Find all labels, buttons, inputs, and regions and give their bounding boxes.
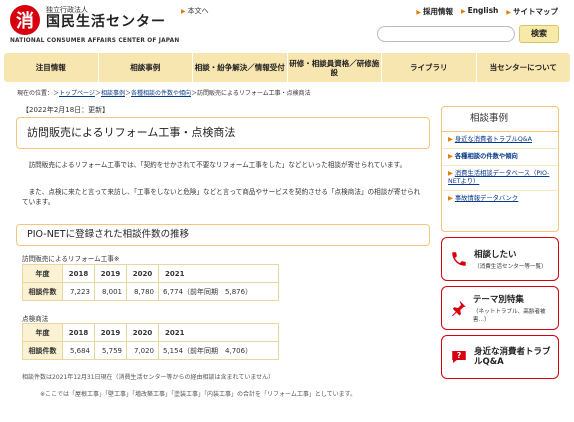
update-date: 【2022年2月18日：更新】 xyxy=(22,106,110,114)
logo-mark-icon: 消 xyxy=(10,5,40,35)
card-consult[interactable]: 相談したい （消費生活センター等一覧） xyxy=(441,237,559,281)
sidebar-item-accident-data[interactable]: ▶ 事故情報データバンク xyxy=(442,191,558,207)
arrow-right-icon: ▶ xyxy=(460,8,466,15)
breadcrumb-top[interactable]: トップページ xyxy=(59,90,95,97)
question-icon: ? xyxy=(448,346,470,368)
arrow-right-icon: ▶ xyxy=(448,136,453,143)
table-row: 相談件数 7,223 8,001 8,780 6,774（前年同期 5,876） xyxy=(22,282,279,301)
nav-training[interactable]: 研修・相談員資格／研修施設 xyxy=(288,53,382,82)
arrow-right-icon: ▶ xyxy=(448,195,453,202)
section-title: PIO-NETに登録された相談件数の推移 xyxy=(16,224,430,246)
sidebar-item-qa[interactable]: ▶ 身近な消費者トラブルQ&A xyxy=(442,132,558,149)
breadcrumb-cases[interactable]: 相談事例 xyxy=(101,90,125,97)
phone-icon xyxy=(448,248,470,270)
table-row: 年度 2018 2019 2020 2021 xyxy=(22,323,279,342)
table1-label: 訪問販売によるリフォーム工事※ xyxy=(22,255,120,263)
page-title: 訪問販売によるリフォーム工事・点検商法 xyxy=(16,117,430,149)
intro-paragraph-2: また、点検に来たと言って来訪し、「工事をしないと危険」などと言って商品やサービス… xyxy=(22,188,421,206)
card-themes[interactable]: テーマ別特集 （ネットトラブル、高齢者被害…） xyxy=(441,286,559,330)
arrow-right-icon: ▶ xyxy=(506,9,511,16)
sidebar-heading: 相談事例 xyxy=(442,107,558,132)
card-qa[interactable]: ? 身近な消費者トラブルQ&A xyxy=(441,335,559,379)
search-button[interactable]: 検索 xyxy=(519,25,559,43)
footnote-reform-definition: ※ここでは「屋根工事」「壁工事」「増改築工事」「塗装工事」「内装工事」の合計を「… xyxy=(40,391,357,398)
nav-library[interactable]: ライブラリ xyxy=(382,53,477,82)
sidebar-item-database[interactable]: ▶ 消費生活相談データベース（PIO-NETより） xyxy=(442,166,558,191)
intro-paragraph-1: 訪問販売によるリフォーム工事では、「契約をせかされて不要なリフォーム工事をした」… xyxy=(22,161,407,169)
breadcrumb-trends[interactable]: 各種相談の件数や傾向 xyxy=(131,90,191,97)
search-input[interactable] xyxy=(377,26,515,42)
link-recruit[interactable]: ▶ 採用情報 xyxy=(416,6,453,17)
utility-links: ▶ 採用情報 ▶ English ▶ サイトマップ xyxy=(416,6,558,17)
pin-icon xyxy=(448,297,469,319)
org-name-english: NATIONAL CONSUMER AFFAIRS CENTER OF JAPA… xyxy=(10,38,180,44)
nav-cases[interactable]: 相談事例 xyxy=(99,53,193,82)
link-english[interactable]: ▶ English xyxy=(461,6,498,17)
arrow-right-icon: ▶ xyxy=(181,8,186,15)
reform-count-table: 年度 2018 2019 2020 2021 相談件数 7,223 8,001 … xyxy=(22,264,279,301)
footnote-count-date: 相談件数は2021年12月31日現在（消費生活センター等からの経由相談は含まれて… xyxy=(22,374,275,381)
org-name: 国民生活センター xyxy=(46,14,166,30)
arrow-right-icon: ▶ xyxy=(448,153,453,160)
table2-label: 点検商法 xyxy=(22,315,49,323)
table-row: 相談件数 5,684 5,759 7,020 5,154（前年同期 4,706） xyxy=(22,341,279,360)
inspection-count-table: 年度 2018 2019 2020 2021 相談件数 5,684 5,759 … xyxy=(22,323,279,360)
nav-consultation[interactable]: 相談・紛争解決／情報受付 xyxy=(193,53,288,82)
nav-featured[interactable]: 注目情報 xyxy=(4,53,99,82)
nav-about[interactable]: 当センターについて xyxy=(477,53,571,82)
link-sitemap[interactable]: ▶ サイトマップ xyxy=(506,6,558,17)
breadcrumb: 現在の位置：＞トップページ＞相談事例＞各種相談の件数や傾向＞訪問販売によるリフォ… xyxy=(17,90,311,97)
skip-to-content-link[interactable]: ▶ 本文へ xyxy=(181,6,209,16)
global-nav: 注目情報 相談事例 相談・紛争解決／情報受付 研修・相談員資格／研修施設 ライブ… xyxy=(4,53,570,82)
site-logo[interactable]: 消 独立行政法人 国民生活センター xyxy=(10,5,166,35)
sidebar-menu: 相談事例 ▶ 身近な消費者トラブルQ&A ▶ 各種相談の件数や傾向 ▶ 消費生活相談デ… xyxy=(441,106,559,232)
breadcrumb-current: 訪問販売によるリフォーム工事・点検商法 xyxy=(197,90,311,97)
arrow-right-icon: ▶ xyxy=(448,170,453,177)
arrow-right-icon: ▶ xyxy=(416,9,421,16)
table-row: 年度 2018 2019 2020 2021 xyxy=(22,264,279,283)
sidebar-item-trends[interactable]: ▶ 各種相談の件数や傾向 xyxy=(442,149,558,166)
svg-text:?: ? xyxy=(457,351,461,360)
